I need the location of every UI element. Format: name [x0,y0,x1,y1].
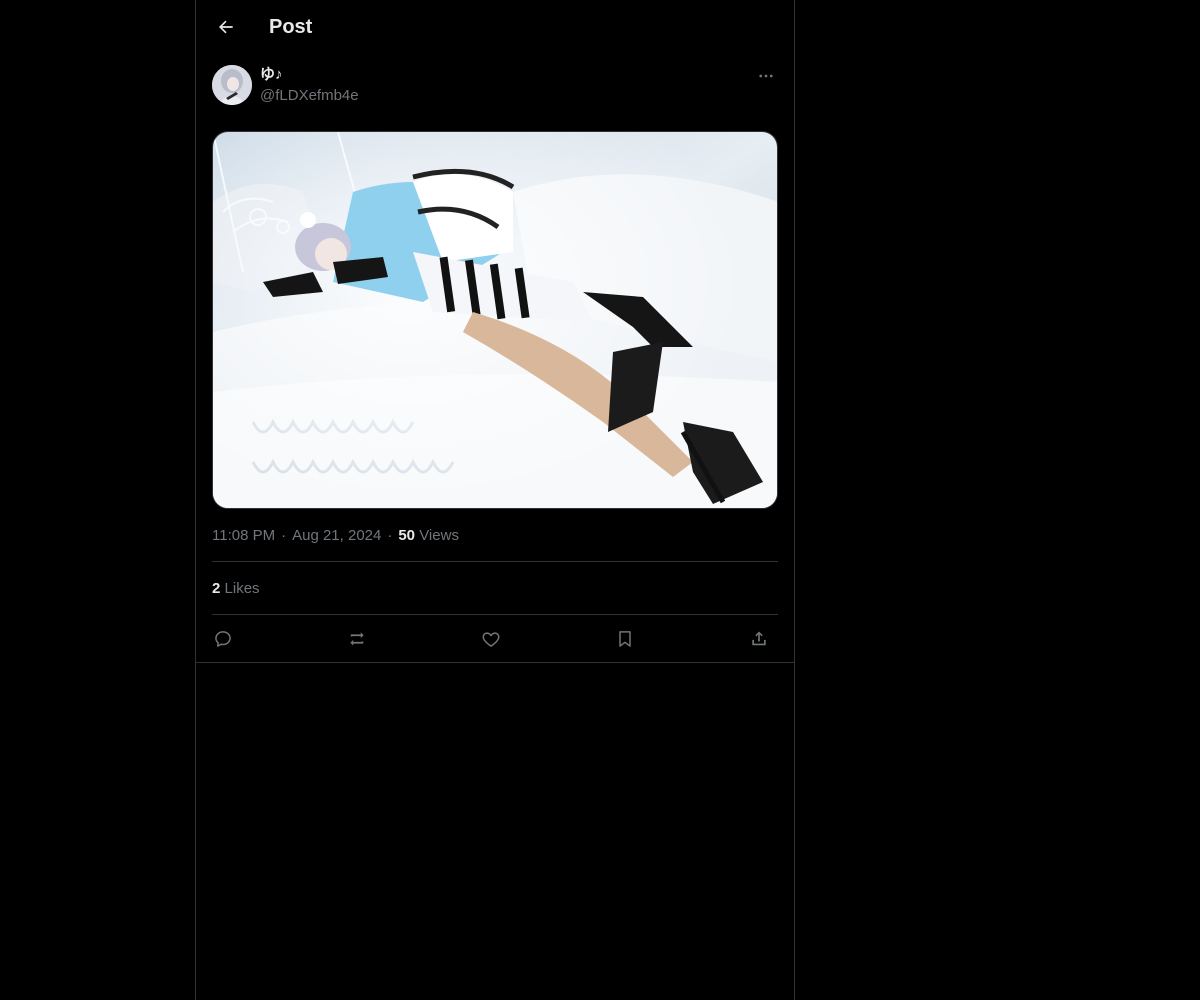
post-bottom-border [196,662,794,663]
post-photo [213,132,777,508]
page-title: Post [269,16,313,38]
divider-top [212,561,778,562]
meta-separator: · [281,527,287,544]
post-header: Post [196,0,794,54]
more-horizontal-icon [759,74,773,78]
author-row: ゆ♪ @fLDXefmb4e [212,64,778,108]
meta-separator-2: · [387,527,393,544]
views-label: Views [419,527,459,544]
likes-label: Likes [224,580,260,597]
likes-count: 2 [212,580,221,597]
post-column: Post ゆ♪ @fLDXefmb4e 11:08 PM · Aug 21, 2… [195,0,795,1000]
reply-button[interactable] [208,624,238,654]
share-icon [752,631,766,646]
divider-bottom [212,614,778,615]
user-handle[interactable]: @fLDXefmb4e [260,86,359,106]
repost-icon [350,632,364,646]
share-button[interactable] [744,624,774,654]
likes-stat[interactable]: 2 Likes [212,579,260,599]
avatar-image [212,65,252,105]
repost-button[interactable] [342,624,372,654]
views-count: 50 [398,527,416,544]
bookmark-icon [619,631,631,647]
heart-icon [482,632,500,647]
action-bar [212,624,778,654]
post-time[interactable]: 11:08 PM [212,527,275,544]
post-date[interactable]: Aug 21, 2024 [292,527,381,544]
more-options-button[interactable] [754,64,778,88]
bookmark-button[interactable] [610,624,640,654]
display-name[interactable]: ゆ♪ [260,65,283,85]
back-button[interactable] [208,9,244,45]
reply-icon [215,631,231,647]
post-meta: 11:08 PM · Aug 21, 2024 · 50 Views [212,526,459,546]
arrow-left-icon [219,20,233,34]
post-media-image[interactable] [212,131,778,509]
like-button[interactable] [476,624,506,654]
avatar[interactable] [212,65,252,105]
